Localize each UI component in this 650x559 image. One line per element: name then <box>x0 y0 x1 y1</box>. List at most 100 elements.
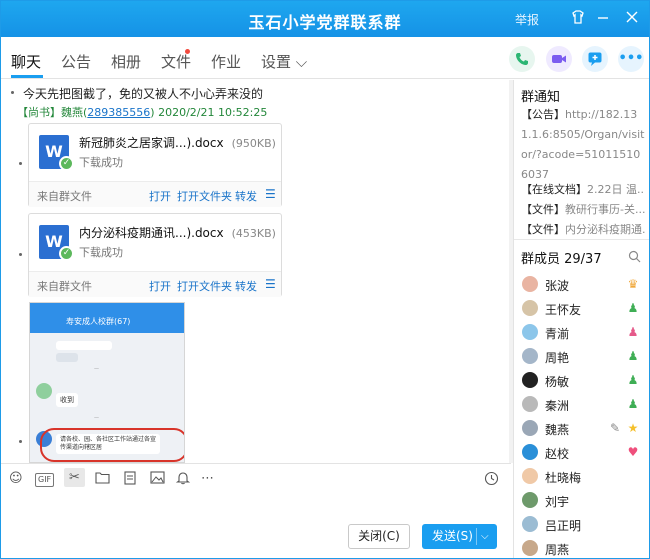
skin-icon[interactable] <box>569 9 587 27</box>
member-name: 魏燕 <box>545 423 570 437</box>
screenshot-avatar <box>36 383 52 399</box>
file-size: (453KB) <box>231 227 276 240</box>
send-button[interactable]: 发送(S) ⌵ <box>422 524 497 549</box>
gif-icon[interactable]: GIF <box>35 473 55 487</box>
admin-icon: ♟ <box>627 349 639 363</box>
sender-time: ) 2020/2/21 10:52:25 <box>150 106 268 119</box>
group-side-panel: 群通知 【公告】http://182.131.1.6:8505/Organ/vi… <box>513 80 649 558</box>
send-options-chevron-icon[interactable]: ⌵ <box>481 524 489 549</box>
forward-link[interactable]: 转发 <box>235 188 257 204</box>
chat-window: 玉石小学党群联系群 举报 聊天 公告 相册 文件 作业 设置 ⌵ ••• 今天先… <box>0 0 650 559</box>
member-name: 杜晓梅 <box>545 471 582 485</box>
share-screen-icon[interactable] <box>582 46 608 72</box>
member-item[interactable]: 王怀友 ♟ <box>521 298 645 320</box>
file-card-footer: 来自群文件 打开 打开文件夹 转发 ☰ <box>29 271 281 297</box>
message-bullet <box>19 253 22 256</box>
screenshot-timestamp: — <box>94 366 99 372</box>
member-item[interactable]: 杨敏 ♟ <box>521 370 645 392</box>
member-item[interactable]: 赵校 ♥ <box>521 442 645 464</box>
new-file-dot <box>185 49 190 54</box>
group-owner-icon: ♛ <box>627 277 639 291</box>
screenshot-group-title: 寿安成人校群(67) <box>66 317 131 326</box>
open-file-link[interactable]: 打开 <box>149 278 171 294</box>
member-item[interactable]: 杜晓梅 <box>521 466 645 488</box>
member-search-icon[interactable] <box>628 250 641 266</box>
member-item[interactable]: 张波 ♛ <box>521 274 645 296</box>
video-call-icon[interactable] <box>546 46 572 72</box>
emoji-icon[interactable]: ☺ <box>9 471 23 486</box>
download-status: 下载成功 <box>79 246 123 259</box>
screenshot-cut-icon[interactable]: ✂ <box>64 468 85 487</box>
admin-icon: ♟ <box>627 373 639 387</box>
member-item[interactable]: 周燕 <box>521 538 645 558</box>
file-card[interactable]: W ✓ 内分泌科疫期通讯...).docx (453KB) 下载成功 来自群文件 … <box>28 213 282 297</box>
open-folder-link[interactable]: 打开文件夹 <box>177 278 232 294</box>
screenshot-header: 寿安成人校群(67) <box>30 303 184 333</box>
menu-icon[interactable]: ☰ <box>265 277 276 291</box>
send-divider <box>476 528 477 545</box>
panel-divider <box>514 239 649 240</box>
image-message[interactable]: 寿安成人校群(67) — 收到 — 请各校、园、各社区工作站通过各宣传渠道向辖区… <box>29 302 185 463</box>
tab-files[interactable]: 文件 <box>161 51 191 72</box>
member-name: 青湔 <box>545 327 570 341</box>
file-card[interactable]: W ✓ 新冠肺炎之居家调...).docx (950KB) 下载成功 来自群文件 … <box>28 123 282 207</box>
phone-call-icon[interactable] <box>509 46 535 72</box>
more-icon[interactable]: ••• <box>618 46 644 72</box>
member-name: 周燕 <box>545 543 570 557</box>
admin-icon: ♟ <box>627 301 639 315</box>
window-title: 玉石小学党群联系群 <box>248 13 402 32</box>
minimize-icon[interactable] <box>594 9 612 27</box>
avatar <box>522 348 538 364</box>
forward-link[interactable]: 转发 <box>235 278 257 294</box>
edit-icon[interactable]: ✎ <box>607 420 623 436</box>
tab-chat[interactable]: 聊天 <box>11 51 41 72</box>
member-item[interactable]: 秦洲 ♟ <box>521 394 645 416</box>
file-card-footer: 来自群文件 打开 打开文件夹 转发 ☰ <box>29 181 281 207</box>
file-source: 来自群文件 <box>37 190 92 203</box>
close-icon[interactable] <box>623 9 641 27</box>
open-folder-link[interactable]: 打开文件夹 <box>177 188 232 204</box>
folder-icon[interactable] <box>95 471 110 488</box>
message-input[interactable] <box>1 493 511 521</box>
announcement[interactable]: 【公告】http://182.131.1.6:8505/Organ/visito… <box>521 105 645 185</box>
online-doc-line[interactable]: 【在线文档】2.22日 温... <box>521 181 645 197</box>
member-item[interactable]: 吕正明 <box>521 514 645 536</box>
more-tools-icon[interactable]: ⋯ <box>201 471 214 486</box>
member-item[interactable]: 刘宇 <box>521 490 645 512</box>
tab-announcement[interactable]: 公告 <box>61 51 91 72</box>
avatar <box>522 492 538 508</box>
file-line[interactable]: 【文件】教研行事历-关... <box>521 201 645 217</box>
avatar <box>522 420 538 436</box>
bell-icon[interactable] <box>175 471 191 489</box>
report-link[interactable]: 举报 <box>515 11 539 28</box>
active-tab-indicator <box>11 75 43 78</box>
tab-homework[interactable]: 作业 <box>211 51 241 72</box>
tab-settings[interactable]: 设置 ⌵ <box>261 51 307 72</box>
avatar <box>522 396 538 412</box>
sender-name: 【尚书】魏燕( <box>17 106 88 119</box>
image-icon[interactable] <box>150 471 165 488</box>
chat-messages: 今天先把图截了，免的又被人不小心弄来没的 【尚书】魏燕(289385556) 2… <box>1 80 511 463</box>
screenshot-timestamp: — <box>94 415 99 421</box>
file-line[interactable]: 【文件】内分泌科疫期通... <box>521 221 645 237</box>
screenshot-received: 收到 <box>56 393 78 407</box>
close-button[interactable]: 关闭(C) <box>348 524 410 549</box>
member-name: 秦洲 <box>545 399 570 413</box>
send-button-label: 发送(S) <box>432 529 473 543</box>
message-bullet <box>11 91 14 94</box>
history-clock-icon[interactable] <box>484 471 499 490</box>
member-item[interactable]: 青湔 ♟ <box>521 322 645 344</box>
member-name: 刘宇 <box>545 495 570 509</box>
member-item[interactable]: 魏燕 ✎ ★ <box>521 418 645 440</box>
member-item[interactable]: 周艳 ♟ <box>521 346 645 368</box>
avatar <box>522 372 538 388</box>
member-name: 赵校 <box>545 447 570 461</box>
sender-line: 【尚书】魏燕(289385556) 2020/2/21 10:52:25 <box>17 104 267 120</box>
sender-qq-link[interactable]: 289385556 <box>87 106 150 119</box>
menu-icon[interactable]: ☰ <box>265 187 276 201</box>
document-icon[interactable] <box>123 471 137 489</box>
open-file-link[interactable]: 打开 <box>149 188 171 204</box>
members-title: 群成员 29/37 <box>521 252 602 267</box>
text-message: 今天先把图截了，免的又被人不小心弄来没的 <box>23 87 264 101</box>
tab-album[interactable]: 相册 <box>111 51 141 72</box>
